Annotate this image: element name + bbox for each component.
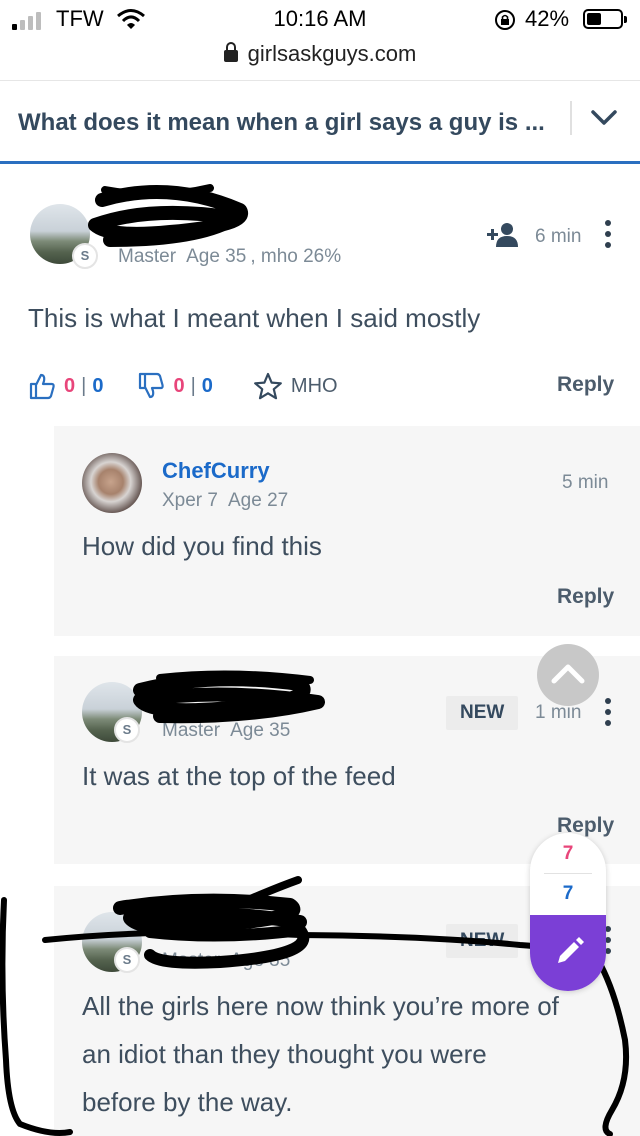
answer-fab[interactable]: 7 7 — [530, 833, 606, 991]
user-rank: Xper 7 — [162, 490, 218, 511]
user-age: Age 35 — [186, 246, 247, 267]
chevron-up-icon — [551, 664, 585, 684]
fab-divider — [544, 873, 592, 874]
pink-count: 7 — [562, 843, 574, 864]
write-answer-button[interactable] — [530, 915, 606, 991]
dislikes-count: 0 — [173, 374, 185, 397]
rotation-lock-icon — [495, 10, 515, 30]
user-meta: Xper 7 Age 27 — [162, 490, 288, 512]
user-age: Age 35 — [230, 950, 291, 971]
comment-text: It was at the top of the feed — [82, 761, 396, 791]
more-options-icon[interactable] — [605, 220, 613, 253]
question-header: What does it mean when a girl says a guy… — [0, 80, 640, 164]
reply-button[interactable]: Reply — [557, 373, 614, 397]
comment-time: 6 min — [535, 226, 582, 247]
battery-icon — [583, 9, 627, 29]
user-meta: Master Age 35 — [162, 950, 290, 972]
comment-text-line: All the girls here now think you’re more… — [82, 991, 559, 1021]
thumbs-down-icon[interactable] — [137, 372, 165, 400]
reaction-bar: 0 | 0 0 | 0 MHO — [28, 370, 338, 402]
likes-count: 0 — [64, 374, 76, 397]
thumbs-up-icon[interactable] — [28, 372, 56, 400]
user-rank: Master — [162, 720, 221, 741]
rank-badge: S — [114, 947, 140, 973]
reply-card: ChefCurry Xper 7 Age 27 5 min How did you… — [54, 426, 640, 636]
follow-user-icon[interactable] — [486, 222, 520, 248]
user-rank: Master — [118, 246, 177, 267]
rank-badge: S — [72, 243, 98, 269]
new-badge: NEW — [446, 696, 519, 730]
battery-percent: 42% — [525, 6, 570, 31]
user-rank: Master — [162, 950, 221, 971]
lock-icon — [223, 42, 238, 62]
comment-time: 5 min — [562, 472, 609, 493]
scroll-to-top-button[interactable] — [537, 644, 599, 706]
address-bar[interactable]: girlsaskguys.com — [0, 41, 640, 67]
username[interactable]: ChefCurry — [162, 458, 270, 484]
header-divider — [570, 101, 572, 135]
mho-label[interactable]: MHO — [291, 375, 338, 398]
new-badge: NEW — [446, 924, 519, 958]
status-bar: TFW 10:16 AM 42% girlsaskguys.com — [0, 0, 640, 66]
avatar[interactable] — [82, 453, 142, 513]
chevron-down-icon[interactable] — [590, 109, 618, 127]
separator: | — [190, 374, 196, 397]
blue-count: 7 — [562, 883, 574, 904]
url-text: girlsaskguys.com — [247, 41, 417, 66]
comment-text: This is what I meant when I said mostly — [28, 303, 481, 333]
dislikes-total: 0 — [201, 374, 213, 397]
user-age: Age 35 — [230, 720, 291, 741]
comment-text-line: before by the way. — [82, 1087, 293, 1117]
likes-total: 0 — [92, 374, 104, 397]
pencil-icon — [558, 937, 584, 963]
user-meta: Master Age 35 — [162, 720, 290, 742]
separator: | — [81, 374, 87, 397]
more-options-icon[interactable] — [605, 698, 613, 731]
more-options-icon[interactable] — [605, 926, 613, 959]
reply-button[interactable]: Reply — [557, 585, 614, 609]
star-icon[interactable] — [253, 372, 283, 400]
comment-text-line: an idiot than they thought you were — [82, 1039, 487, 1069]
user-mho: , mho 26% — [250, 246, 342, 267]
rank-badge: S — [114, 717, 140, 743]
comment-text: How did you find this — [82, 531, 322, 561]
question-title[interactable]: What does it mean when a girl says a guy… — [18, 109, 545, 137]
user-meta: Master Age 35, mho 26% — [118, 246, 341, 268]
user-age: Age 27 — [227, 490, 289, 511]
